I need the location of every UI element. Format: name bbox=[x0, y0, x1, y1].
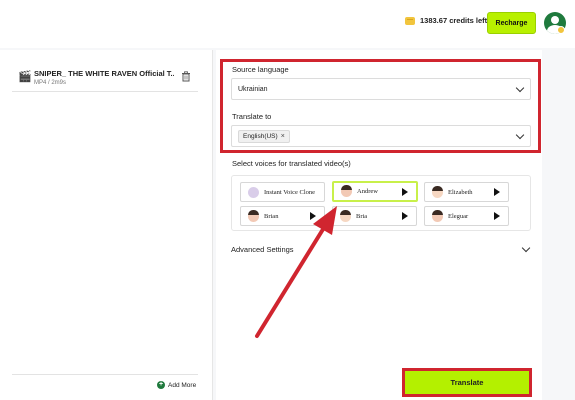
credits-icon bbox=[405, 16, 415, 25]
credits-indicator: 1383.67 credits left bbox=[405, 16, 487, 25]
clapperboard-icon: 🎬 bbox=[18, 71, 32, 83]
voice-avatar-icon bbox=[432, 209, 443, 222]
voice-name: Instant Voice Clone bbox=[264, 188, 316, 196]
voice-avatar-icon bbox=[432, 185, 443, 198]
voice-option[interactable]: Instant Voice Clone bbox=[240, 182, 325, 202]
voice-name: Bria bbox=[356, 212, 368, 220]
voice-option[interactable]: Andrew bbox=[332, 181, 418, 202]
add-more-label: Add More bbox=[168, 381, 197, 389]
play-icon[interactable] bbox=[310, 212, 316, 220]
translation-settings-panel: Source language Ukrainian Translate to E… bbox=[216, 50, 542, 400]
avatar-badge-icon bbox=[557, 26, 565, 34]
voice-name: Brian bbox=[264, 212, 279, 220]
voice-option[interactable]: Brian bbox=[240, 206, 325, 226]
top-bar: 1383.67 credits left Recharge bbox=[0, 0, 575, 48]
highlight-box bbox=[220, 59, 541, 153]
voice-option[interactable]: Elizabeth bbox=[424, 182, 509, 202]
voices-label: Select voices for translated video(s) bbox=[232, 159, 351, 168]
voice-name: Eleguar bbox=[448, 212, 469, 220]
divider bbox=[12, 374, 198, 375]
play-icon[interactable] bbox=[494, 212, 500, 220]
play-icon[interactable] bbox=[402, 212, 408, 220]
add-more-button[interactable]: + Add More bbox=[157, 381, 196, 389]
voice-clone-icon bbox=[248, 186, 259, 198]
voices-grid: Instant Voice Clone Andrew Elizabeth Bri… bbox=[231, 175, 531, 231]
voice-name: Elizabeth bbox=[448, 188, 473, 196]
translate-button[interactable]: Translate bbox=[405, 371, 529, 394]
voice-option[interactable]: Bria bbox=[332, 206, 417, 226]
voice-avatar-icon bbox=[248, 209, 259, 222]
play-icon[interactable] bbox=[402, 188, 408, 196]
advanced-settings-label[interactable]: Advanced Settings bbox=[231, 245, 294, 254]
avatar-head-shape bbox=[551, 16, 559, 24]
voice-avatar-icon bbox=[341, 185, 352, 197]
voice-avatar-icon bbox=[340, 209, 351, 222]
voice-option[interactable]: Eleguar bbox=[424, 206, 509, 226]
divider bbox=[12, 91, 198, 92]
voice-name: Andrew bbox=[357, 188, 378, 195]
recharge-button[interactable]: Recharge bbox=[487, 12, 536, 34]
chevron-down-icon[interactable] bbox=[521, 243, 531, 253]
plus-icon: + bbox=[157, 381, 165, 389]
file-list-panel: 🎬 SNIPER_ THE WHITE RAVEN Official T... … bbox=[0, 50, 213, 400]
file-meta: MP4 / 2m9s bbox=[34, 80, 67, 86]
file-title: SNIPER_ THE WHITE RAVEN Official T... bbox=[34, 69, 174, 78]
credits-text: 1383.67 credits left bbox=[420, 16, 488, 25]
trash-icon[interactable] bbox=[181, 71, 191, 82]
play-icon[interactable] bbox=[494, 188, 500, 196]
